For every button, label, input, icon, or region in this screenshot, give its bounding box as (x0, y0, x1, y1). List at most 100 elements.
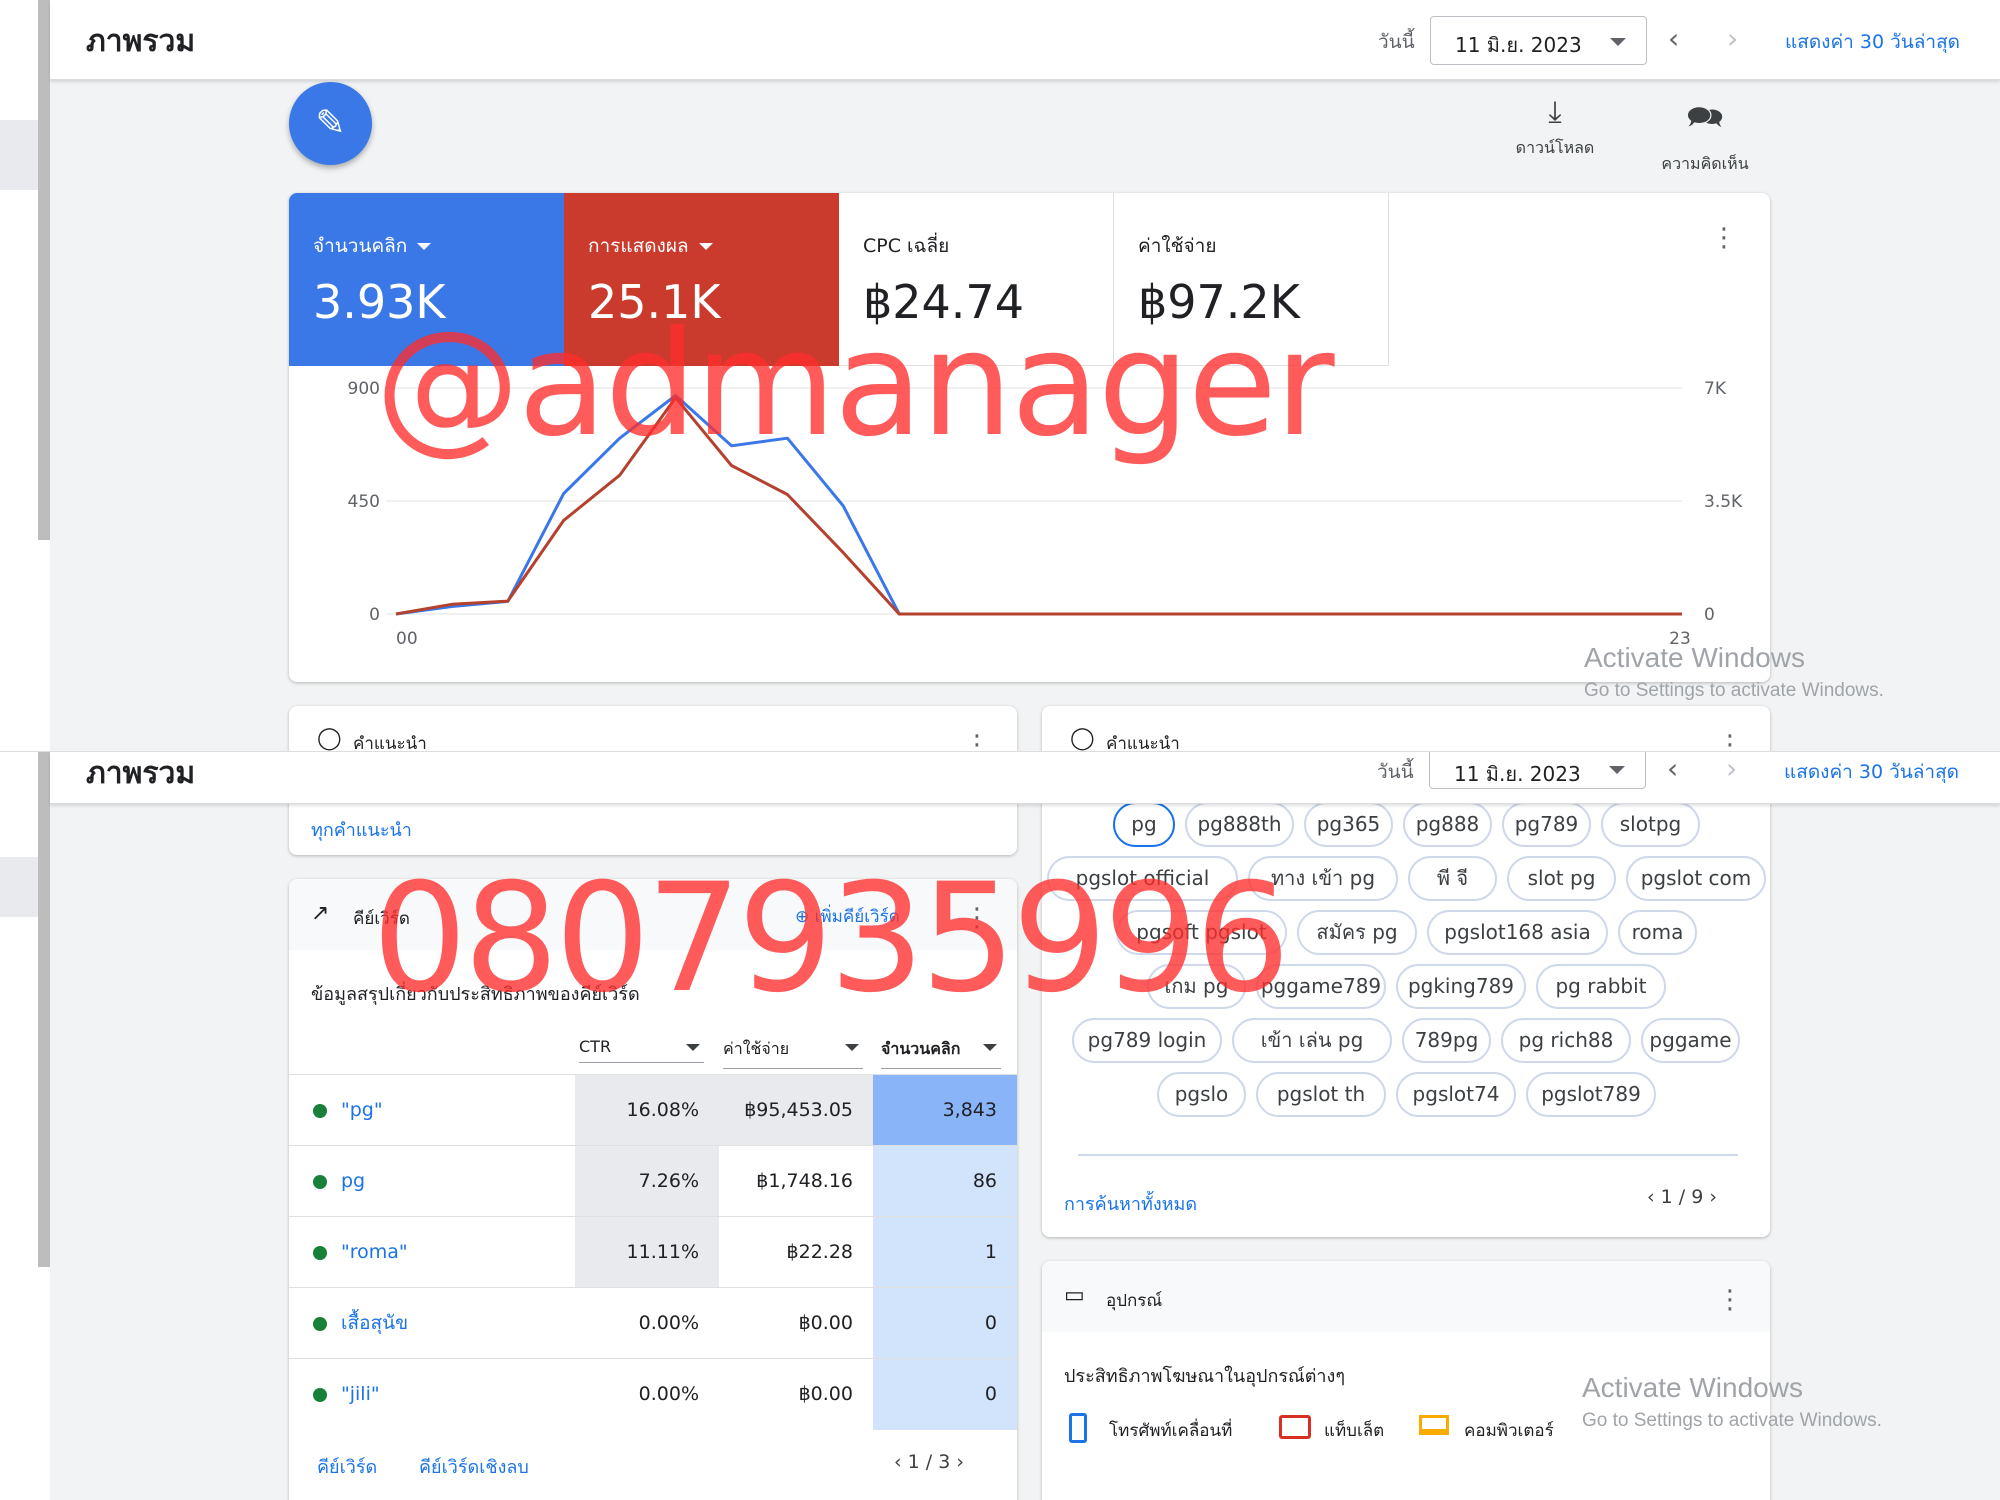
search-term-chip[interactable]: pgslot789 (1526, 1072, 1656, 1117)
left-nav (0, 0, 38, 751)
dropdown-icon[interactable] (417, 243, 432, 250)
search-term-chip[interactable]: pgslot official (1047, 856, 1238, 901)
search-term-chip[interactable]: pgslot com (1626, 856, 1766, 901)
legend-mobile: โทรศัพท์เคลื่อนที่ (1109, 1421, 1233, 1441)
cost-cell: ฿1,748.16 (719, 1146, 873, 1217)
search-term-chip[interactable]: pg888 (1403, 802, 1492, 847)
edit-button[interactable]: ✎ (289, 82, 372, 165)
last-30-days-link[interactable]: แสดงค่า 30 วันล่าสุด (1784, 757, 1959, 787)
scrollbar[interactable] (38, 0, 50, 751)
keyword-cell[interactable]: "pg" (313, 1075, 573, 1146)
negative-keywords-link[interactable]: คีย์เวิร์ดเชิงลบ (419, 1452, 529, 1481)
search-term-chip[interactable]: roma (1618, 910, 1697, 955)
chip-row-cutoff (1078, 1154, 1738, 1162)
scrollbar[interactable] (38, 752, 50, 1500)
scrollbar-thumb[interactable] (38, 0, 50, 540)
search-term-chip[interactable]: pg888th (1185, 802, 1294, 847)
tablet-icon (1279, 1415, 1311, 1439)
y-left-tick-label: 900 (348, 379, 380, 399)
search-term-chip[interactable]: pg rabbit (1536, 964, 1666, 1009)
table-row[interactable]: เสื้อสุนัข 0.00% ฿0.00 0 (289, 1287, 1017, 1359)
all-recommendations-link[interactable]: ทุกคำแนะนำ (311, 815, 412, 844)
search-term-chip[interactable]: pg (1113, 802, 1175, 847)
y-right-tick-label: 0 (1704, 605, 1715, 625)
feedback-button[interactable]: 🗪 ความคิดเห็น (1650, 95, 1760, 177)
search-term-chip[interactable]: pg789 (1502, 802, 1591, 847)
more-options-icon[interactable]: ⋮ (964, 905, 990, 931)
add-keyword-button[interactable]: ⊕ เพิ่มคีย์เวิร์ด (795, 903, 900, 930)
more-options-icon[interactable]: ⋮ (1711, 225, 1737, 251)
search-term-chip[interactable]: pg365 (1304, 802, 1393, 847)
ctr-cell-text: 0.00% (638, 1383, 699, 1405)
left-nav-selected[interactable] (0, 857, 38, 917)
chevron-right-icon[interactable]: › (1709, 1186, 1717, 1208)
column-label: จำนวนคลิก (881, 1039, 961, 1058)
table-row[interactable]: "jili" 0.00% ฿0.00 0 (289, 1358, 1017, 1430)
scrollbar-thumb[interactable] (38, 752, 50, 1267)
left-nav-selected[interactable] (0, 120, 38, 190)
search-term-chip[interactable]: slot pg (1507, 856, 1616, 901)
column-header-cost[interactable]: ค่าใช้จ่าย (723, 1037, 863, 1069)
keywords-tab-link[interactable]: คีย์เวิร์ด (317, 1452, 377, 1481)
search-term-chip[interactable]: 789pg (1402, 1018, 1491, 1063)
search-term-chip[interactable]: pgslot th (1256, 1072, 1386, 1117)
prev-date-icon[interactable]: ‹ (1667, 752, 1678, 785)
search-term-chip[interactable]: pgsoft pgslot (1116, 910, 1287, 955)
search-term-chip[interactable]: เกม pg (1147, 964, 1246, 1009)
lightbulb-icon: ◯ (317, 726, 342, 751)
search-term-chip[interactable]: pgking789 (1396, 964, 1526, 1009)
search-term-chip[interactable]: เข้า เล่น pg (1232, 1018, 1392, 1063)
download-button[interactable]: ⤓ ดาวน์โหลด (1505, 95, 1605, 161)
more-options-icon[interactable]: ⋮ (1717, 732, 1743, 751)
dropdown-icon[interactable] (698, 243, 713, 250)
status-dot-icon (313, 1387, 327, 1402)
table-row[interactable]: pg 7.26% ฿1,748.16 86 (289, 1145, 1017, 1217)
prev-date-icon[interactable]: ‹ (1668, 22, 1679, 55)
search-term-chip[interactable]: สมัคร pg (1297, 910, 1417, 955)
lightbulb-icon: ◯ (1070, 726, 1095, 751)
metric-avg-cpc[interactable]: CPC เฉลี่ย ฿24.74 (839, 193, 1114, 366)
search-term-chip[interactable]: พี จี (1408, 856, 1497, 901)
search-term-chip[interactable]: pggame (1641, 1018, 1740, 1063)
page-indicator: 1 / 3 (907, 1451, 951, 1473)
devices-subtitle: ประสิทธิภาพโฆษณาในอุปกรณ์ต่างๆ (1064, 1366, 1345, 1387)
date-selector[interactable]: 11 มิ.ย. 2023 (1430, 16, 1647, 65)
keyword-cell[interactable]: "roma" (313, 1217, 573, 1288)
y-right-tick-label: 7K (1704, 379, 1727, 399)
chevron-right-icon[interactable]: › (956, 1451, 964, 1473)
column-header-ctr[interactable]: CTR (579, 1037, 704, 1063)
keyword-cell[interactable]: เสื้อสุนัข (313, 1288, 573, 1359)
search-term-chip[interactable]: pg rich88 (1501, 1018, 1631, 1063)
keywords-pager: ‹ 1 / 3 › (894, 1451, 964, 1473)
metric-impressions[interactable]: การแสดงผล 25.1K (564, 193, 839, 366)
next-date-icon[interactable]: › (1727, 22, 1738, 55)
searches-card: pg pg888th pg365 pg888 pg789 slotpg pgslot off… (1042, 752, 1770, 1237)
chevron-left-icon[interactable]: ‹ (894, 1451, 902, 1473)
search-term-chip[interactable]: pgslot168 asia (1427, 910, 1608, 955)
search-term-chip[interactable]: pgslo (1157, 1072, 1246, 1117)
cost-cell: ฿0.00 (719, 1288, 873, 1359)
next-date-icon[interactable]: › (1726, 752, 1737, 785)
last-30-days-link[interactable]: แสดงค่า 30 วันล่าสุด (1785, 27, 1960, 57)
search-term-chip[interactable]: slotpg (1601, 802, 1700, 847)
search-term-chip[interactable]: pg789 login (1072, 1018, 1222, 1063)
chevron-left-icon[interactable]: ‹ (1647, 1186, 1655, 1208)
search-term-chip[interactable]: pggame789 (1256, 964, 1386, 1009)
keyword-cell[interactable]: "jili" (313, 1359, 573, 1430)
feedback-icon: 🗪 (1686, 100, 1724, 135)
activate-title: Activate Windows (1584, 642, 1805, 673)
more-options-icon[interactable]: ⋮ (964, 732, 990, 751)
metric-clicks[interactable]: จำนวนคลิก 3.93K (289, 193, 564, 366)
search-term-chip[interactable]: pgslot74 (1396, 1072, 1516, 1117)
screenshot-bottom: ทุกคำแนะนำ pg pg888th pg365 pg888 pg789 slotp… (0, 751, 2000, 1500)
more-options-icon[interactable]: ⋮ (1717, 1287, 1743, 1313)
date-selector[interactable]: 11 มิ.ย. 2023 (1429, 752, 1646, 789)
search-term-chip[interactable]: ทาง เข้า pg (1248, 856, 1398, 901)
table-row[interactable]: "roma" 11.11% ฿22.28 1 (289, 1216, 1017, 1288)
metric-cost[interactable]: ค่าใช้จ่าย ฿97.2K (1114, 193, 1389, 366)
keyword-cell[interactable]: pg (313, 1146, 573, 1217)
all-searches-link[interactable]: การค้นหาทั้งหมด (1064, 1189, 1197, 1218)
legend-tablet: แท็บเล็ต (1324, 1421, 1385, 1441)
column-header-clicks[interactable]: จำนวนคลิก (881, 1037, 1001, 1069)
table-row[interactable]: "pg" 16.08% ฿95,453.05 3,843 (289, 1074, 1017, 1146)
